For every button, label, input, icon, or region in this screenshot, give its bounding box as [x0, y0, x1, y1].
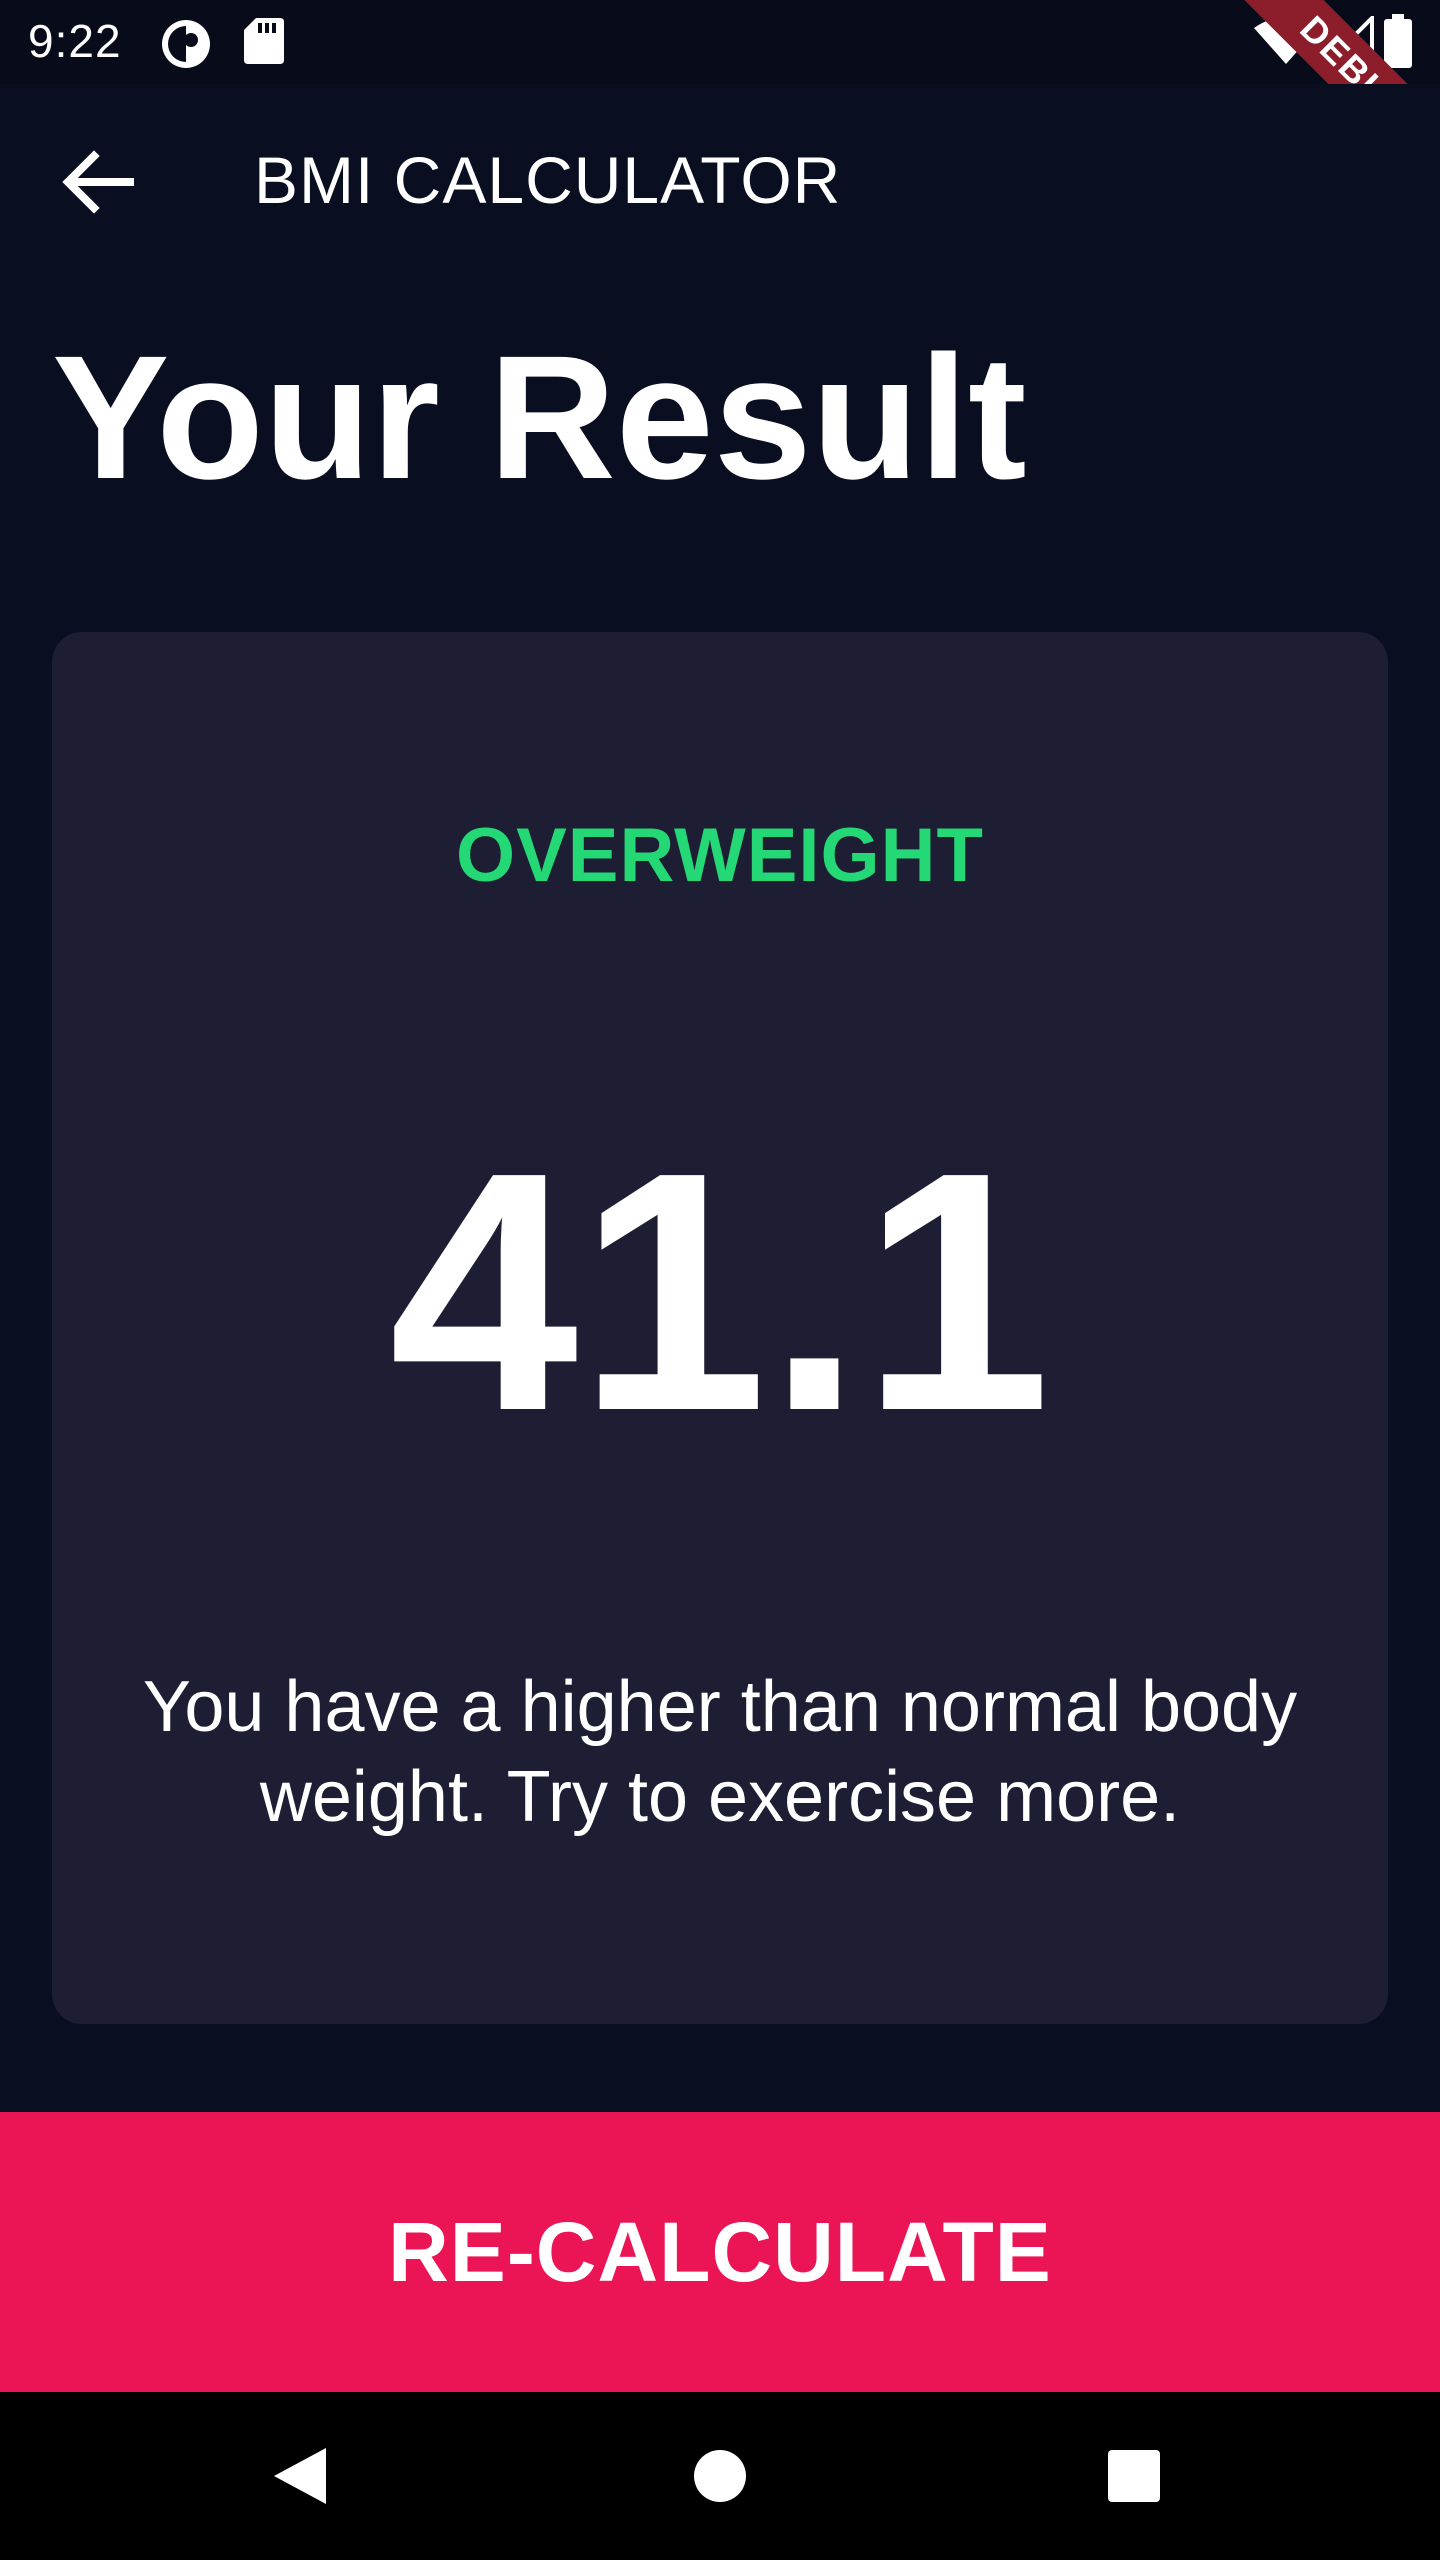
system-nav-bar [0, 2392, 1440, 2560]
status-bar: 9:22 [0, 0, 1440, 84]
back-triangle-icon [274, 2448, 326, 2504]
app-title: BMI CALCULATOR [254, 143, 842, 217]
bmi-interpretation: You have a higher than normal body weigh… [142, 1667, 1298, 1837]
result-card: OVERWEIGHT 41.1 You have a higher than n… [52, 632, 1388, 2024]
bmi-value: 41.1 [389, 1102, 1051, 1482]
recalculate-button[interactable]: RE-CALCULATE [0, 2112, 1440, 2392]
nav-back-button[interactable] [250, 2426, 350, 2526]
app-bar: BMI CALCULATOR [0, 84, 1440, 280]
recalculate-label: RE-CALCULATE [388, 2204, 1052, 2299]
battery-icon [1384, 14, 1412, 73]
status-time: 9:22 [28, 15, 122, 67]
page-title: Your Result [52, 320, 1027, 516]
alarm-icon [160, 18, 212, 75]
wifi-icon [1254, 16, 1318, 71]
sd-card-icon [244, 18, 284, 69]
bmi-status-label: OVERWEIGHT [456, 813, 984, 898]
home-circle-icon [694, 2450, 746, 2502]
nav-recents-button[interactable] [1084, 2426, 1184, 2526]
result-screen: 9:22 DEBUG BMI CALCULATOR Your Result OV… [0, 0, 1440, 2560]
signal-icon [1321, 13, 1374, 71]
nav-home-button[interactable] [670, 2426, 770, 2526]
arrow-back-icon [62, 150, 134, 214]
recents-square-icon [1108, 2450, 1160, 2502]
back-button[interactable] [48, 132, 148, 232]
